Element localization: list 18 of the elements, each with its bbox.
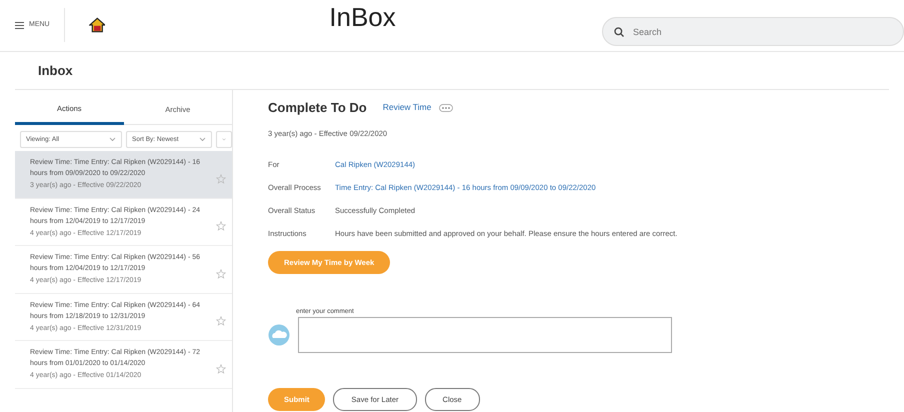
star-icon[interactable] <box>216 364 226 374</box>
page-heading: InBox <box>329 4 397 34</box>
more-options-icon[interactable] <box>439 104 454 112</box>
avatar-icon <box>268 324 290 346</box>
detail-heading: Complete To Do <box>268 99 367 117</box>
star-icon[interactable] <box>216 174 226 184</box>
comment-field[interactable] <box>298 316 672 353</box>
house-logo-icon[interactable] <box>88 16 106 34</box>
chevron-down-icon <box>109 137 116 142</box>
star-icon[interactable] <box>216 221 226 231</box>
page-title: Inbox <box>38 62 73 80</box>
search-field[interactable]: Search <box>602 17 904 46</box>
review-time-link[interactable]: Review Time <box>382 101 432 114</box>
menu-icon <box>15 22 24 28</box>
chevron-down-icon <box>199 137 206 142</box>
star-icon[interactable] <box>216 316 226 326</box>
expand-button[interactable] <box>216 131 232 148</box>
star-icon[interactable] <box>216 268 226 278</box>
